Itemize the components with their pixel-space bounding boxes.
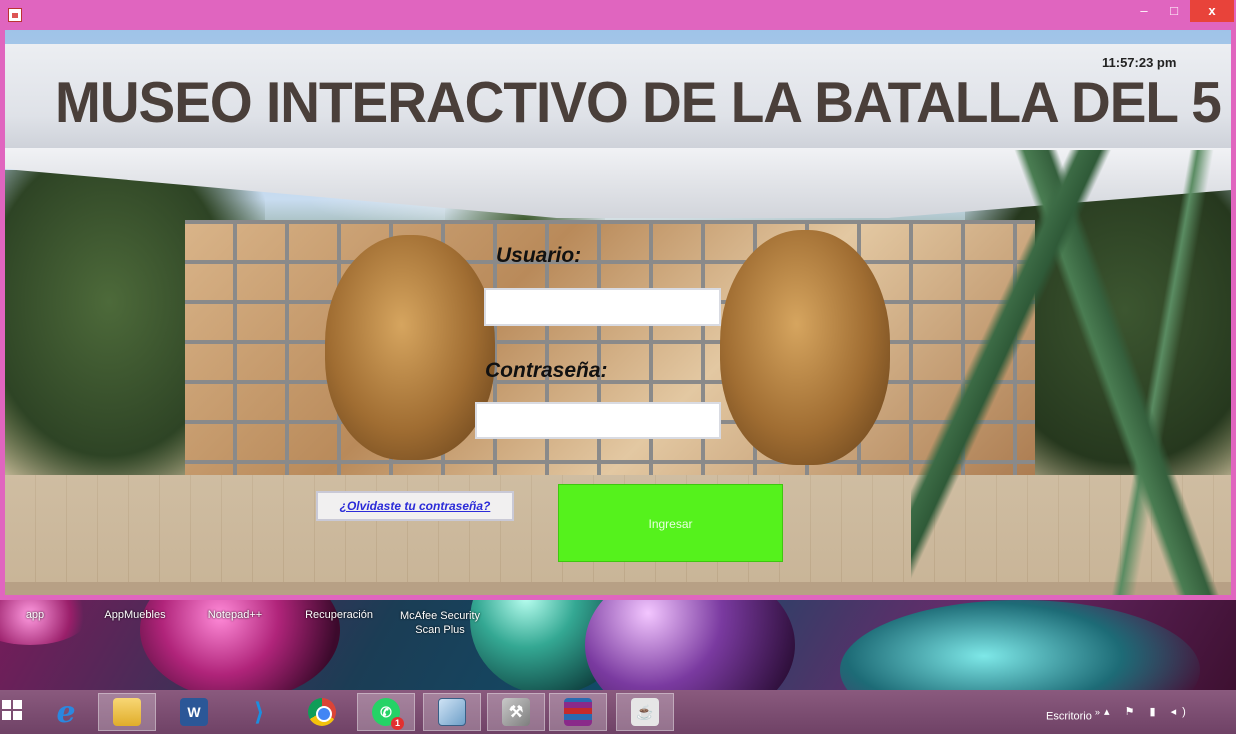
desktop-icon-mcafee[interactable]: McAfee Security Scan Plus: [392, 609, 488, 637]
word-icon: W: [180, 698, 208, 726]
file-explorer-icon: [113, 698, 141, 726]
taskbar-tools[interactable]: ⚒: [487, 693, 545, 731]
java-icon: ☕: [631, 698, 659, 726]
windows-logo-pane: [2, 700, 11, 709]
minimize-button[interactable]: –: [1130, 0, 1158, 22]
contrasena-input[interactable]: [475, 402, 721, 439]
taskbar-virtualbox[interactable]: [423, 693, 481, 731]
notification-badge: 1: [391, 717, 404, 730]
taskbar-whatsapp[interactable]: ✆ 1: [357, 693, 415, 731]
internet-explorer-icon: e: [56, 694, 76, 730]
contrasena-label: Contraseña:: [485, 359, 608, 382]
taskbar-java-app[interactable]: ☕: [616, 693, 674, 731]
desktop-icon-recuperacion[interactable]: Recuperación: [298, 609, 380, 621]
java-app-icon[interactable]: [8, 8, 22, 22]
chrome-icon: [308, 698, 336, 726]
forgot-password-link[interactable]: ¿Olvidaste tu contraseña?: [316, 491, 514, 521]
taskbar-word[interactable]: W: [165, 693, 223, 731]
taskbar-winrar[interactable]: [549, 693, 607, 731]
start-button[interactable]: [2, 700, 22, 720]
taskbar: e W ⟩ ✆ 1 ⚒ ☕ Escritorio » ▴ ⚑ ▮ ◂): [0, 690, 1236, 734]
tools-icon: ⚒: [502, 698, 530, 726]
ingresar-button[interactable]: Ingresar: [558, 484, 783, 562]
chevron-icon[interactable]: »: [1095, 707, 1100, 717]
vscode-icon: ⟩: [254, 698, 264, 726]
whatsapp-glyph: ✆: [380, 703, 392, 720]
app-window: – □ x MUSEO INTERACTIVO DE LA BATALLA DE…: [0, 0, 1236, 600]
windows-logo-pane: [13, 711, 22, 720]
bust-sculpture-right: [720, 230, 890, 465]
desktop-icon-appmuebles[interactable]: AppMuebles: [95, 609, 175, 621]
museum-sign: MUSEO INTERACTIVO DE LA BATALLA DEL 5 DE…: [5, 44, 1231, 164]
desktop-toolbar-label[interactable]: Escritorio »: [1046, 690, 1100, 734]
taskbar-vscode[interactable]: ⟩: [230, 693, 288, 731]
title-bar[interactable]: – □ x: [0, 0, 1236, 30]
login-panel: MUSEO INTERACTIVO DE LA BATALLA DEL 5 DE…: [5, 30, 1231, 595]
winrar-icon: [564, 698, 592, 726]
virtualbox-icon: [438, 698, 466, 726]
clock-label: 11:57:23 pm: [1102, 55, 1177, 70]
agave-plant: [911, 150, 1231, 595]
taskbar-chrome[interactable]: [293, 693, 351, 731]
desktop-toolbar-text: Escritorio: [1046, 710, 1092, 723]
desktop-icon-app[interactable]: app: [15, 609, 55, 621]
usuario-label: Usuario:: [496, 244, 582, 267]
taskbar-file-explorer[interactable]: [98, 693, 156, 731]
taskbar-internet-explorer[interactable]: e: [37, 693, 95, 731]
desktop-icon-notepadpp[interactable]: Notepad++: [195, 609, 275, 621]
maximize-button[interactable]: □: [1160, 0, 1188, 22]
system-tray-icons[interactable]: ▴ ⚑ ▮ ◂): [1104, 690, 1192, 734]
usuario-input[interactable]: [484, 288, 721, 326]
bust-sculpture-left: [325, 235, 495, 460]
museum-sign-text: MUSEO INTERACTIVO DE LA BATALLA DEL 5 DE…: [55, 69, 1231, 135]
close-button[interactable]: x: [1190, 0, 1234, 22]
windows-logo-pane: [2, 711, 11, 720]
whatsapp-icon: ✆ 1: [372, 698, 404, 730]
stone-wall: [185, 220, 1035, 500]
windows-logo-pane: [13, 700, 22, 709]
